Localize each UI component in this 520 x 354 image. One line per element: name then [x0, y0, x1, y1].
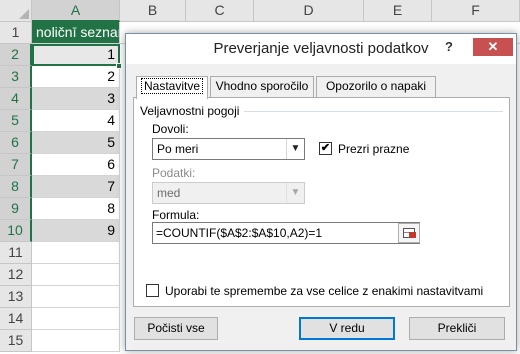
cell-a6[interactable]: 5: [32, 132, 120, 154]
checkmark-icon: ✔: [320, 142, 331, 154]
range-select-button[interactable]: [398, 223, 420, 243]
row-header-12[interactable]: 12: [0, 264, 32, 286]
row-header-15[interactable]: 15: [0, 330, 32, 352]
group-title-validation-criteria: Veljavnostni pogoji: [140, 104, 240, 118]
select-all-icon: [19, 9, 29, 19]
row-header-6[interactable]: 6: [0, 132, 32, 154]
dialog-titlebar[interactable]: Preverjanje veljavnosti podatkov ? ✕: [126, 34, 516, 64]
chevron-down-icon[interactable]: ▼: [286, 139, 304, 159]
row-header-10[interactable]: 10: [0, 220, 32, 242]
allow-label: Dovoli:: [152, 122, 189, 136]
cell-a8[interactable]: 7: [32, 176, 120, 198]
column-header-f[interactable]: F: [432, 0, 520, 22]
help-button[interactable]: ?: [440, 39, 458, 54]
apply-all-label[interactable]: Uporabi te spremembe za vse celice z ena…: [165, 284, 483, 298]
cell-a13[interactable]: [32, 286, 120, 308]
close-icon: ✕: [487, 39, 499, 54]
ignore-blank-label[interactable]: Prezri prazne: [338, 142, 409, 156]
formula-input[interactable]: =COUNTIF($A$2:$A$10,A2)=1: [152, 222, 420, 244]
allow-combobox[interactable]: Po meri ▼: [152, 138, 305, 160]
select-all-corner[interactable]: [0, 0, 32, 22]
data-validation-dialog: Preverjanje veljavnosti podatkov ? ✕ Nas…: [125, 33, 517, 351]
apply-all-checkbox[interactable]: [146, 284, 159, 297]
column-header-a[interactable]: A: [32, 0, 120, 22]
group-divider: [244, 111, 503, 112]
row-header-8[interactable]: 8: [0, 176, 32, 198]
cell-a3[interactable]: 2: [32, 66, 120, 88]
column-header-d[interactable]: D: [254, 0, 364, 22]
ok-button[interactable]: V redu: [299, 317, 395, 340]
row-header-2[interactable]: 2: [0, 44, 32, 66]
tab-settings[interactable]: Nastavitve: [136, 76, 208, 99]
tab-error-alert-label: Opozorilo o napaki: [325, 79, 427, 93]
cell-a2[interactable]: 1: [32, 44, 120, 66]
chevron-down-icon: ▼: [286, 183, 304, 203]
cell-a9[interactable]: 8: [32, 198, 120, 220]
ignore-blank-checkbox[interactable]: ✔: [319, 142, 332, 155]
range-select-arrow-icon: [409, 232, 416, 238]
cell-a7[interactable]: 6: [32, 154, 120, 176]
row-header-7[interactable]: 7: [0, 154, 32, 176]
settings-panel: Veljavnostni pogoji Dovoli: Po meri ▼ ✔ …: [133, 97, 510, 307]
cell-a4[interactable]: 3: [32, 88, 120, 110]
data-combobox: med ▼: [152, 182, 305, 204]
data-value: med: [157, 186, 181, 200]
tab-error-alert[interactable]: Opozorilo o napaki: [316, 76, 436, 97]
fill-handle[interactable]: [116, 63, 122, 69]
tab-settings-label: Nastavitve: [140, 78, 204, 94]
cell-a5[interactable]: 4: [32, 110, 120, 132]
column-header-e[interactable]: E: [364, 0, 432, 22]
row-header-1[interactable]: 1: [0, 22, 32, 44]
close-button[interactable]: ✕: [473, 38, 513, 56]
row-header-11[interactable]: 11: [0, 242, 32, 264]
formula-label: Formula:: [152, 208, 200, 222]
cell-a1[interactable]: noličnī seznam: [32, 22, 120, 44]
column-header-b[interactable]: B: [120, 0, 186, 22]
row-header-9[interactable]: 9: [0, 198, 32, 220]
cell-a15[interactable]: [32, 330, 120, 352]
cell-a12[interactable]: [32, 264, 120, 286]
row-header-5[interactable]: 5: [0, 110, 32, 132]
column-header-c[interactable]: C: [186, 0, 254, 22]
cell-a10[interactable]: 9: [32, 220, 120, 242]
cell-a11[interactable]: [32, 242, 120, 264]
clear-all-button[interactable]: Počisti vse: [134, 317, 218, 340]
tab-input-message-label: Vhodno sporočilo: [215, 79, 309, 93]
row-header-4[interactable]: 4: [0, 88, 32, 110]
row-header-3[interactable]: 3: [0, 66, 32, 88]
data-label: Podatki:: [152, 166, 196, 180]
cell-a14[interactable]: [32, 308, 120, 330]
tab-input-message[interactable]: Vhodno sporočilo: [210, 76, 314, 97]
row-header-13[interactable]: 13: [0, 286, 32, 308]
row-header-14[interactable]: 14: [0, 308, 32, 330]
allow-value: Po meri: [157, 142, 199, 156]
cancel-button[interactable]: Prekliči: [409, 317, 505, 340]
